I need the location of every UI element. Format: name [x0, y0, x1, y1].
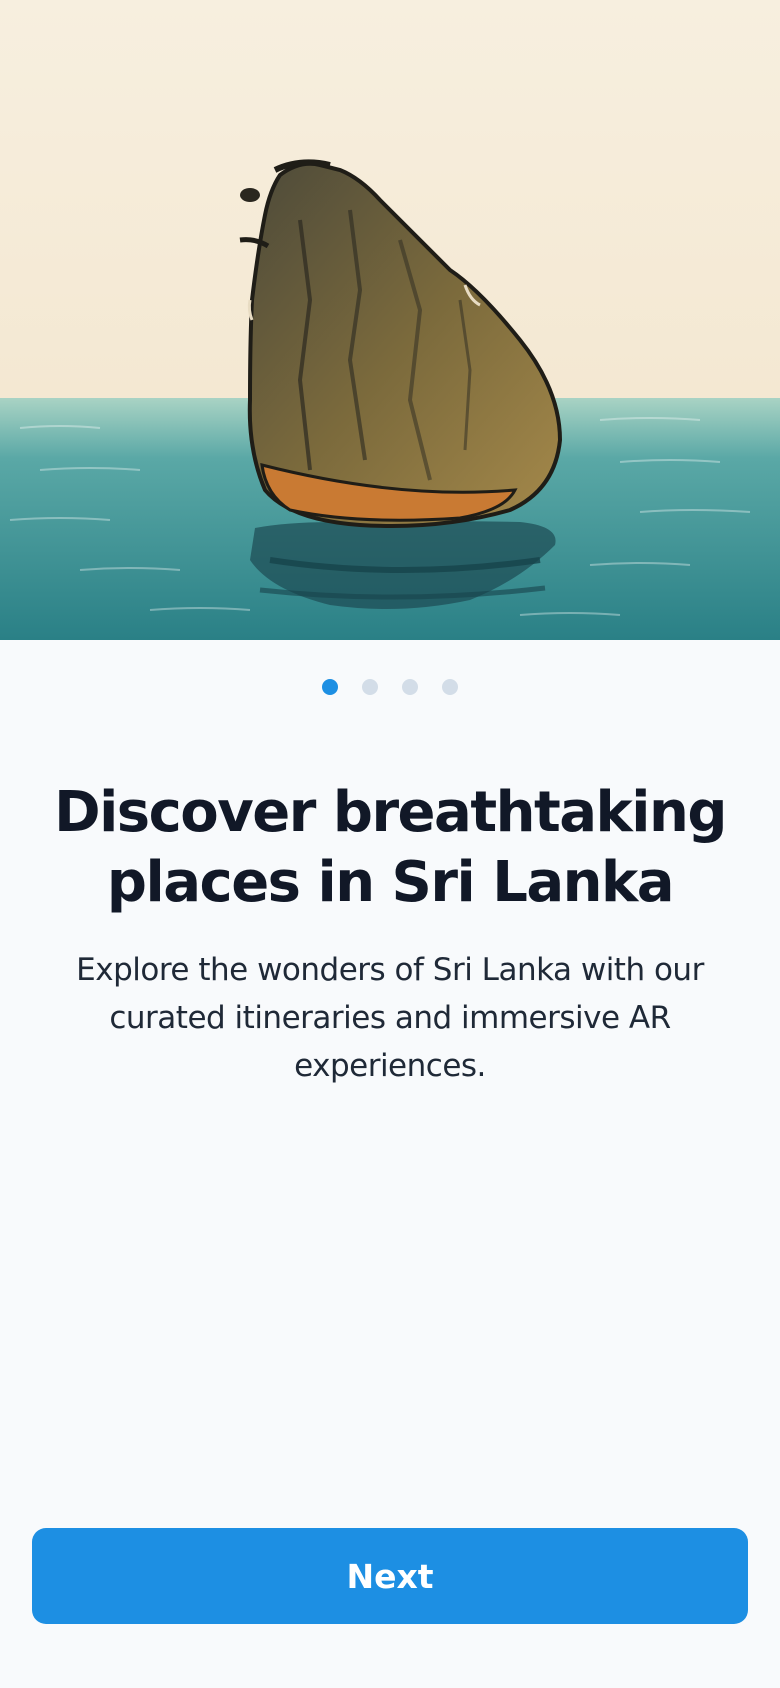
onboarding-title: Discover breathtaking places in Sri Lank…	[54, 780, 727, 915]
page-indicator-dot[interactable]	[402, 679, 418, 695]
page-indicator-dot-active[interactable]	[322, 679, 338, 695]
next-button[interactable]: Next	[32, 1528, 748, 1624]
page-indicator-dot[interactable]	[362, 679, 378, 695]
onboarding-description: Explore the wonders of Sri Lanka with ou…	[76, 952, 704, 1084]
page-indicator	[0, 679, 780, 695]
page-indicator-dot[interactable]	[442, 679, 458, 695]
hero-illustration	[0, 0, 780, 640]
